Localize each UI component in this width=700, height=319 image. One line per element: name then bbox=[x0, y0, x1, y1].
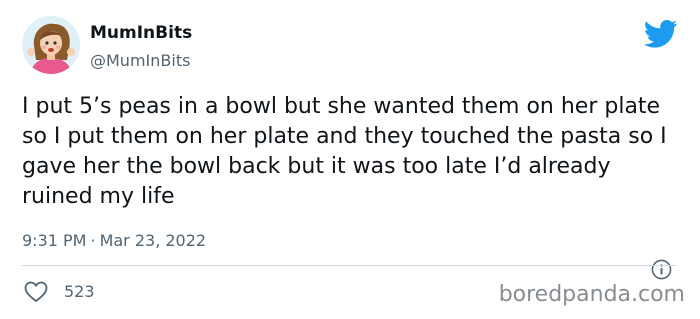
tweet-card: MumInBits @MumInBits I put 5’s peas in a… bbox=[0, 0, 700, 319]
heart-icon[interactable] bbox=[24, 281, 48, 303]
meta-separator: · bbox=[90, 231, 96, 250]
like-count: 523 bbox=[64, 282, 95, 301]
author-handle[interactable]: @MumInBits bbox=[90, 51, 190, 71]
author-display-name[interactable]: MumInBits bbox=[90, 22, 192, 44]
avatar[interactable] bbox=[22, 16, 80, 74]
tweet-date[interactable]: Mar 23, 2022 bbox=[100, 231, 207, 250]
tweet-text: I put 5’s peas in a bowl but she wanted … bbox=[22, 94, 667, 209]
tweet-timestamp[interactable]: 9:31 PM · Mar 23, 2022 bbox=[22, 230, 206, 252]
divider bbox=[22, 265, 676, 266]
cartoon-woman-avatar-icon bbox=[22, 16, 80, 74]
twitter-bird-icon[interactable] bbox=[644, 20, 678, 48]
info-icon[interactable] bbox=[651, 259, 672, 280]
watermark: boredpanda.com bbox=[498, 282, 685, 307]
like-button[interactable]: 523 bbox=[24, 281, 95, 303]
tweet-time[interactable]: 9:31 PM bbox=[22, 231, 86, 250]
